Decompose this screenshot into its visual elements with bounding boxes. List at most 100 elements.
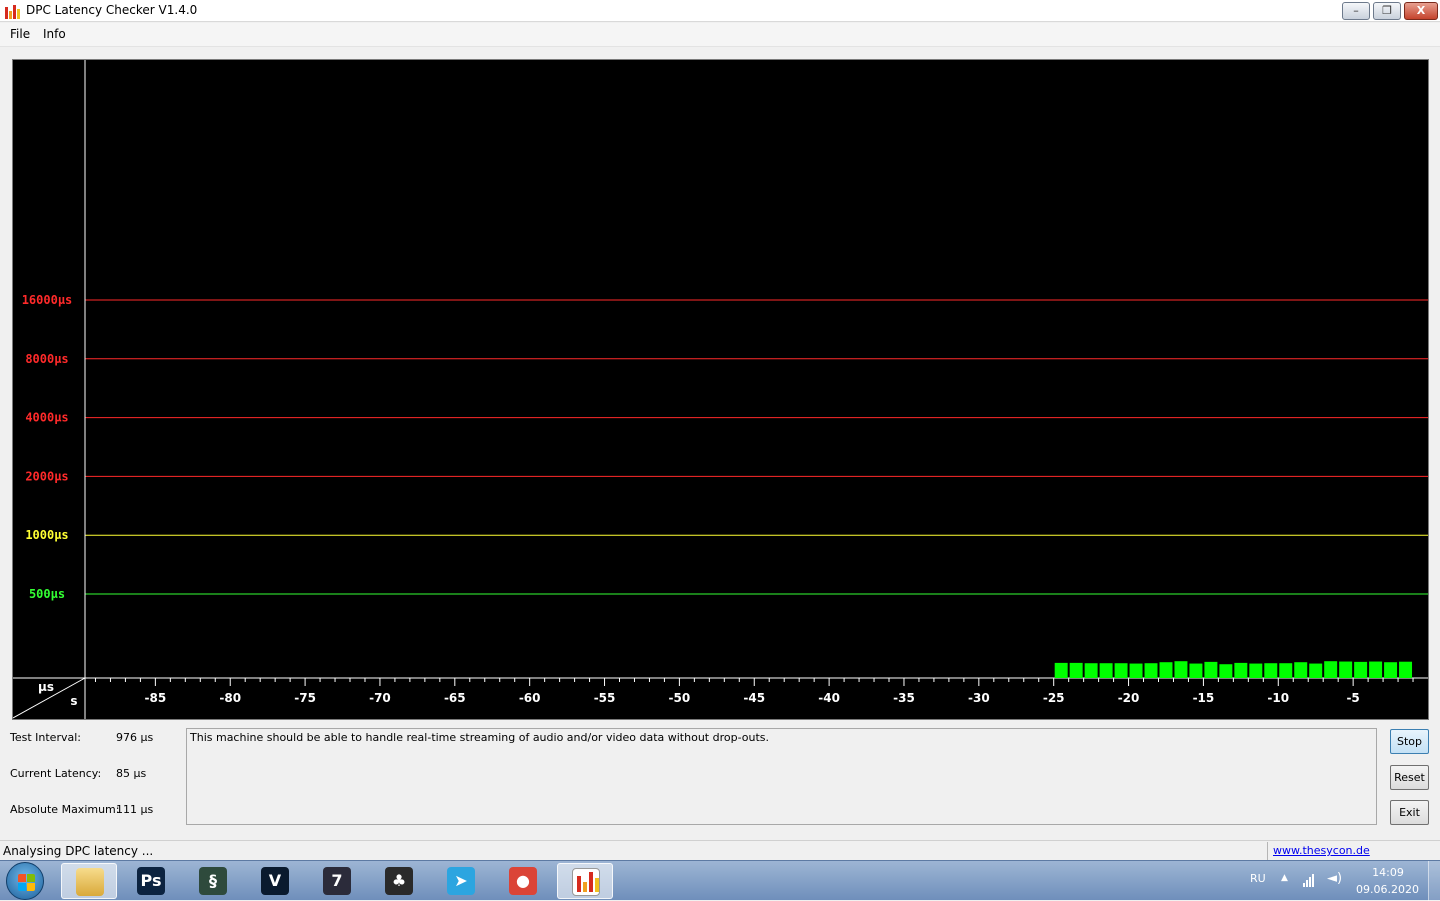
status-bar: Analysing DPC latency ... www.thesycon.d… xyxy=(0,840,1440,860)
x-tick-label: -75 xyxy=(294,691,316,705)
latency-bar xyxy=(1354,661,1368,678)
minimize-button[interactable]: – xyxy=(1342,2,1370,20)
latency-bar xyxy=(1264,663,1278,678)
taskbar-app-dpc[interactable] xyxy=(557,863,613,899)
close-button[interactable]: X xyxy=(1404,2,1438,20)
latency-bar xyxy=(1099,663,1113,678)
y-tick-label-1000: 1000µs xyxy=(25,528,68,542)
latency-bar xyxy=(1144,663,1158,678)
volume-icon[interactable]: ◄) xyxy=(1327,871,1342,886)
y-unit-label: µs xyxy=(38,680,54,694)
latency-bar xyxy=(1129,663,1143,678)
latency-bar xyxy=(1114,663,1128,678)
latency-bar xyxy=(1309,663,1323,678)
dpc-checker-icon xyxy=(572,868,600,896)
taskbar-app-vegas[interactable]: V xyxy=(247,863,303,899)
exit-button[interactable]: Exit xyxy=(1390,800,1429,825)
y-tick-label-4000: 4000µs xyxy=(25,411,68,425)
absolute-maximum-label: Absolute Maximum: xyxy=(10,803,120,816)
title-bar[interactable]: DPC Latency Checker V1.4.0 – ❐ X xyxy=(0,0,1440,22)
latency-bar xyxy=(1219,664,1233,678)
x-tick-label: -20 xyxy=(1118,691,1140,705)
current-latency-label: Current Latency: xyxy=(10,767,102,780)
latency-chart: 16000µs 8000µs 4000µs 2000µs 1000µs 500µs -85 -… xyxy=(13,60,1428,719)
film-reel-icon: 7 xyxy=(323,867,351,895)
latency-bar xyxy=(1189,663,1203,678)
taskbar-app-chrome[interactable]: ● xyxy=(495,863,551,899)
chart-background xyxy=(13,60,1428,719)
latency-bar xyxy=(1054,662,1068,678)
latency-bar xyxy=(1069,662,1083,678)
x-unit-label: s xyxy=(70,694,77,708)
taskbar-app-telegram[interactable]: ➤ xyxy=(433,863,489,899)
x-tick-label: -40 xyxy=(818,691,840,705)
network-icon[interactable] xyxy=(1302,871,1318,887)
result-message: This machine should be able to handle re… xyxy=(186,728,1377,825)
latency-bar xyxy=(1369,661,1383,678)
info-panel: Test Interval: 976 µs Current Latency: 8… xyxy=(0,724,1440,836)
taskbar-app-flstudio[interactable]: ♣ xyxy=(371,863,427,899)
taskbar-app-app5[interactable]: 7 xyxy=(309,863,365,899)
start-button[interactable] xyxy=(6,862,44,900)
maximize-button[interactable]: ❐ xyxy=(1373,2,1401,20)
telegram-icon: ➤ xyxy=(447,867,475,895)
status-text: Analysing DPC latency ... xyxy=(3,844,154,858)
x-tick-label: -85 xyxy=(145,691,167,705)
x-tick-label: -70 xyxy=(369,691,391,705)
latency-bar xyxy=(1384,662,1398,678)
x-tick-label: -15 xyxy=(1193,691,1215,705)
latency-bar xyxy=(1279,663,1293,678)
photoshop-icon: Ps xyxy=(137,867,165,895)
x-tick-label: -5 xyxy=(1346,691,1359,705)
test-interval-label: Test Interval: xyxy=(10,731,81,744)
menu-bar: File Info xyxy=(0,23,1440,47)
website-link[interactable]: www.thesycon.de xyxy=(1273,844,1370,857)
x-tick-label: -60 xyxy=(519,691,541,705)
taskbar: Ps § V 7 ♣ ➤ ● RU ▲ ◄) 14:09 09.06.2020 xyxy=(0,860,1440,901)
latency-bar xyxy=(1234,662,1248,678)
clock-time[interactable]: 14:09 xyxy=(1360,866,1416,879)
x-tick-label: -80 xyxy=(219,691,241,705)
taskbar-app-app3[interactable]: § xyxy=(185,863,241,899)
folder-icon xyxy=(76,868,104,896)
x-tick-label: -50 xyxy=(669,691,691,705)
show-desktop-button[interactable] xyxy=(1428,861,1440,901)
latency-bar xyxy=(1324,661,1338,678)
latency-bar xyxy=(1294,662,1308,678)
x-tick-label: -10 xyxy=(1267,691,1289,705)
fl-studio-icon: ♣ xyxy=(385,867,413,895)
latency-bar xyxy=(1249,663,1263,678)
reset-button[interactable]: Reset xyxy=(1390,765,1429,790)
window-title: DPC Latency Checker V1.4.0 xyxy=(26,3,198,17)
chrome-icon: ● xyxy=(509,867,537,895)
latency-bar xyxy=(1159,662,1173,678)
stop-button[interactable]: Stop xyxy=(1390,729,1429,754)
vegas-icon: V xyxy=(261,867,289,895)
current-latency-value: 85 µs xyxy=(116,767,147,780)
tray-expand-icon[interactable]: ▲ xyxy=(1281,873,1288,883)
language-indicator[interactable]: RU xyxy=(1250,872,1266,885)
x-tick-label: -25 xyxy=(1043,691,1065,705)
taskbar-app-photoshop[interactable]: Ps xyxy=(123,863,179,899)
x-tick-label: -35 xyxy=(893,691,915,705)
x-tick-label: -45 xyxy=(743,691,765,705)
x-tick-label: -55 xyxy=(594,691,616,705)
latency-bar xyxy=(1339,661,1353,678)
test-interval-value: 976 µs xyxy=(116,731,154,744)
menu-file[interactable]: File xyxy=(10,27,30,41)
app-logo-icon xyxy=(4,3,20,19)
latency-bar xyxy=(1399,661,1413,678)
status-divider xyxy=(1267,842,1268,860)
spiral-app-icon: § xyxy=(199,867,227,895)
latency-chart-frame: 16000µs 8000µs 4000µs 2000µs 1000µs 500µs -85 -… xyxy=(12,59,1429,720)
latency-bar xyxy=(1174,661,1188,678)
absolute-maximum-value: 111 µs xyxy=(116,803,154,816)
x-tick-label: -30 xyxy=(968,691,990,705)
x-tick-label: -65 xyxy=(444,691,466,705)
taskbar-app-explorer[interactable] xyxy=(61,863,117,899)
latency-bar xyxy=(1204,661,1218,678)
y-tick-label-500: 500µs xyxy=(29,587,65,601)
menu-info[interactable]: Info xyxy=(43,27,66,41)
clock-date[interactable]: 09.06.2020 xyxy=(1356,883,1419,896)
y-tick-label-16000: 16000µs xyxy=(22,293,73,307)
